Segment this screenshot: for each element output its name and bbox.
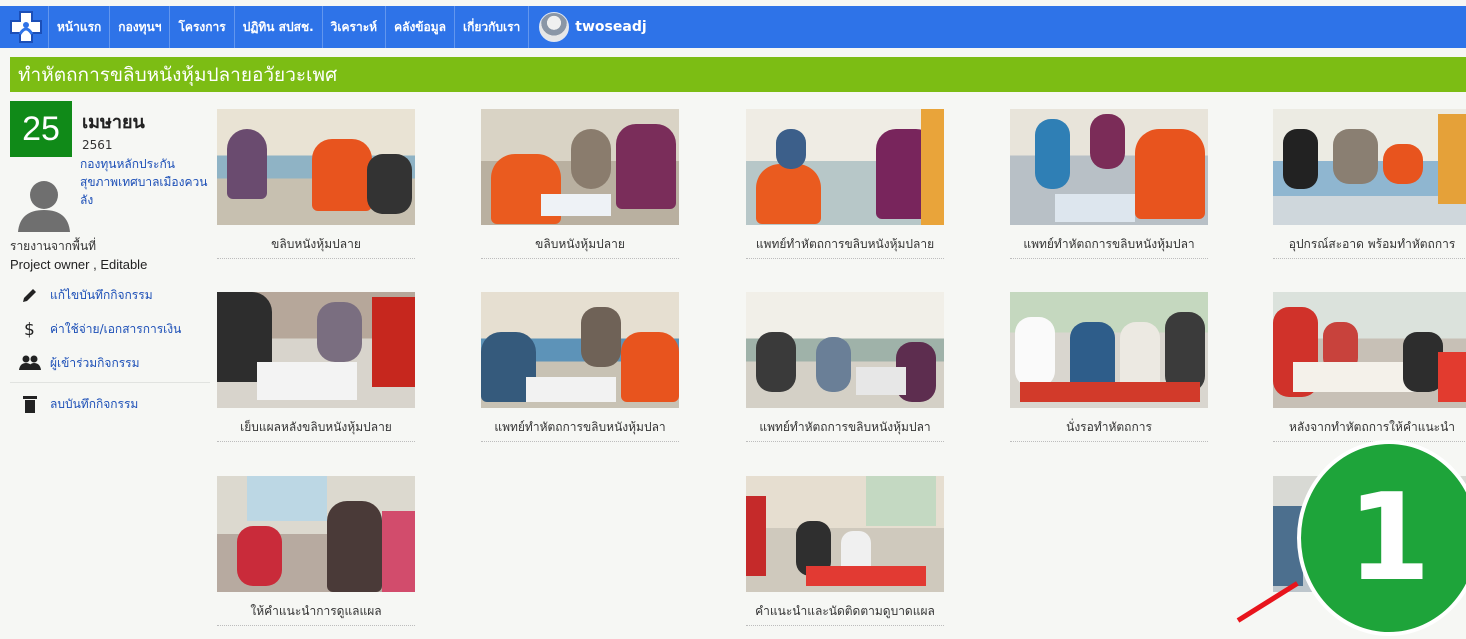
photo-card[interactable]: คำแนะนำและนัดติดตามดูบาดแผล <box>746 476 944 626</box>
photo-card[interactable]: แพทย์ทำหัตถการขลิบหนังหุ้มปลา <box>1010 109 1208 259</box>
nav-item-projects[interactable]: โครงการ <box>169 6 233 48</box>
edit-activity-link[interactable]: แก้ไขบันทึกกิจกรรม <box>10 278 210 312</box>
delete-activity-link[interactable]: ลบบันทึกกิจกรรม <box>10 387 210 421</box>
photo-card[interactable]: ขลิบหนังหุ้มปลาย <box>217 109 415 259</box>
organization-link[interactable]: กองทุนหลักประกันสุขภาพเทศบาลเมืองควนลัง <box>80 155 208 209</box>
nav-item-data-store[interactable]: คลังข้อมูล <box>385 6 454 48</box>
participants-label: ผู้เข้าร่วมกิจกรรม <box>50 355 140 370</box>
owner-label: Project owner , Editable <box>10 257 148 272</box>
menu-divider <box>10 382 210 383</box>
activity-menu: แก้ไขบันทึกกิจกรรม $ ค่าใช้จ่าย/เอกสารกา… <box>10 278 210 421</box>
dollar-icon: $ <box>10 320 50 338</box>
photo-card[interactable]: ให้คำแนะนำการดูแลแผล <box>217 476 415 626</box>
photo-card[interactable]: หลังจากทำหัตถการให้คำแนะนำ <box>1273 292 1466 442</box>
username: twoseadj <box>575 19 647 35</box>
activity-photo[interactable] <box>217 109 415 225</box>
people-icon <box>10 355 50 371</box>
participants-link[interactable]: ผู้เข้าร่วมกิจกรรม <box>10 346 210 380</box>
photo-caption: อุปกรณ์สะอาด พร้อมทำหัตถการ <box>1273 235 1466 259</box>
pencil-icon <box>10 286 50 304</box>
edit-activity-label: แก้ไขบันทึกกิจกรรม <box>50 287 153 302</box>
page-title: ทำหัตถการขลิบหนังหุ้มปลายอวัยวะเพศ <box>10 57 1466 92</box>
annotation-arrow <box>1236 581 1299 623</box>
activity-photo[interactable] <box>1010 109 1208 225</box>
activity-photo[interactable] <box>217 292 415 408</box>
photo-card[interactable]: ขลิบหนังหุ้มปลาย <box>481 109 679 259</box>
photo-caption: แพทย์ทำหัตถการขลิบหนังหุ้มปลา <box>481 418 679 442</box>
delete-activity-label: ลบบันทึกกิจกรรม <box>50 396 139 411</box>
svg-text:$: $ <box>24 320 35 338</box>
photo-caption: ขลิบหนังหุ้มปลาย <box>217 235 415 259</box>
nav-item-fund[interactable]: กองทุนฯ <box>109 6 169 48</box>
activity-photo[interactable] <box>1273 292 1466 408</box>
top-navbar: หน้าแรก กองทุนฯ โครงการ ปฏิทิน สปสช. วิเ… <box>0 6 1466 48</box>
photo-caption: ให้คำแนะนำการดูแลแผล <box>217 602 415 626</box>
activity-photo[interactable] <box>746 292 944 408</box>
activity-photo[interactable] <box>481 292 679 408</box>
photo-card[interactable]: แพทย์ทำหัตถการขลิบหนังหุ้มปลา <box>746 292 944 442</box>
photo-caption: แพทย์ทำหัตถการขลิบหนังหุ้มปลาย <box>746 235 944 259</box>
activity-photo[interactable] <box>217 476 415 592</box>
photo-card[interactable]: อุปกรณ์สะอาด พร้อมทำหัตถการ <box>1273 109 1466 259</box>
owner-avatar-icon <box>16 176 72 232</box>
date-day: 25 <box>10 101 72 157</box>
photo-caption: หลังจากทำหัตถการให้คำแนะนำ <box>1273 418 1466 442</box>
photo-caption: แพทย์ทำหัตถการขลิบหนังหุ้มปลา <box>1010 235 1208 259</box>
activity-photo[interactable] <box>746 476 944 592</box>
nav-item-about[interactable]: เกี่ยวกับเรา <box>453 6 528 48</box>
nav-item-calendar[interactable]: ปฏิทิน สปสช. <box>233 6 322 48</box>
nav-item-home[interactable]: หน้าแรก <box>48 6 109 48</box>
user-menu[interactable]: twoseadj <box>528 6 656 48</box>
photo-card[interactable]: เย็บแผลหลังขลิบหนังหุ้มปลาย <box>217 292 415 442</box>
report-label: รายงานจากพื้นที่ <box>10 239 97 253</box>
activity-photo[interactable] <box>481 109 679 225</box>
badge-number: 1 <box>1347 468 1431 608</box>
activity-photo[interactable] <box>1273 109 1466 225</box>
photo-card[interactable]: แพทย์ทำหัตถการขลิบหนังหุ้มปลา <box>481 292 679 442</box>
hospital-cross-icon[interactable] <box>8 9 44 45</box>
photo-caption: คำแนะนำและนัดติดตามดูบาดแผล <box>746 602 944 626</box>
activity-photo[interactable] <box>746 109 944 225</box>
activity-photo[interactable] <box>1010 292 1208 408</box>
user-avatar <box>539 12 570 42</box>
expenses-link[interactable]: $ ค่าใช้จ่าย/เอกสารการเงิน <box>10 312 210 346</box>
photo-caption: นั่งรอทำหัตถการ <box>1010 418 1208 442</box>
photo-caption: แพทย์ทำหัตถการขลิบหนังหุ้มปลา <box>746 418 944 442</box>
photo-card[interactable]: นั่งรอทำหัตถการ <box>1010 292 1208 442</box>
expenses-label: ค่าใช้จ่าย/เอกสารการเงิน <box>50 321 182 336</box>
date-year: 2561 <box>82 138 113 152</box>
nav-item-analysis[interactable]: วิเคราะห์ <box>321 6 385 48</box>
step-number-badge: 1 <box>1297 440 1466 636</box>
photo-caption: เย็บแผลหลังขลิบหนังหุ้มปลาย <box>217 418 415 442</box>
trash-icon <box>10 395 50 413</box>
photo-caption: ขลิบหนังหุ้มปลาย <box>481 235 679 259</box>
date-month: เมษายน <box>82 112 145 133</box>
photo-card[interactable]: แพทย์ทำหัตถการขลิบหนังหุ้มปลาย <box>746 109 944 259</box>
sidebar: 25 เมษายน 2561 กองทุนหลักประกันสุขภาพเทศ… <box>0 96 210 636</box>
